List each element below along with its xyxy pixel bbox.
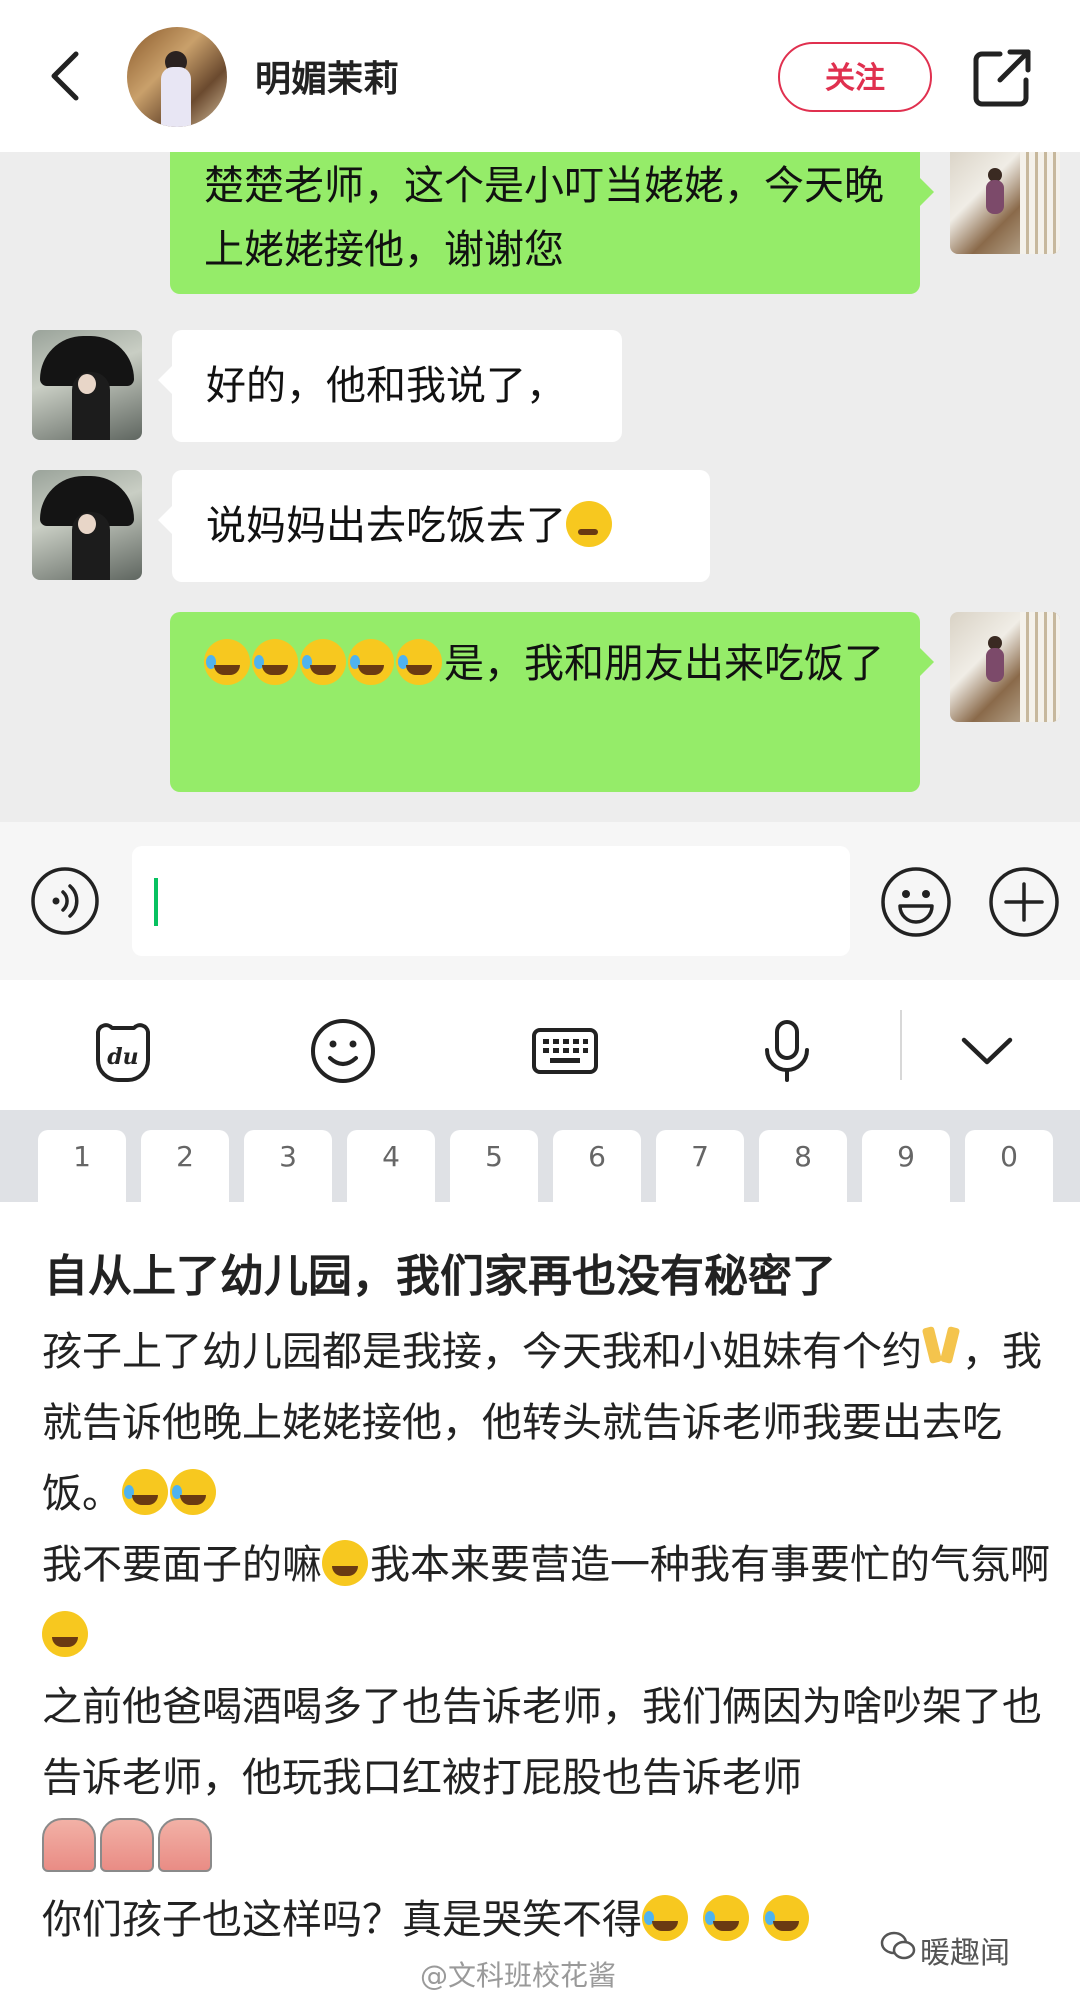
message-bubble-received[interactable]: 说妈妈出去吃饭去了 bbox=[158, 470, 710, 582]
laughing-tears-icon bbox=[204, 639, 250, 685]
message-text: 说妈妈出去吃饭去了 bbox=[206, 503, 566, 549]
message-bubble-received[interactable]: 好的，他和我说了， bbox=[158, 330, 622, 442]
username[interactable]: 明媚茉莉 bbox=[255, 50, 399, 102]
post-paragraph: 之前他爸喝酒喝多了也告诉老师，我们俩因为啥吵架了也告诉老师，他玩我口红被打屁股也… bbox=[42, 1672, 1052, 1885]
key-6[interactable]: 6 bbox=[553, 1130, 641, 1202]
key-5[interactable]: 5 bbox=[450, 1130, 538, 1202]
input-bar bbox=[0, 822, 1080, 980]
message-text: 楚楚老师，这个是小叮当姥姥，今天晚上姥姥接他，谢谢您 bbox=[204, 163, 884, 273]
champagne-icon bbox=[922, 1323, 962, 1375]
laughing-tears-icon bbox=[170, 1469, 216, 1515]
chat-header: 明媚茉莉 关注 bbox=[0, 0, 1080, 152]
message-text: 好的，他和我说了， bbox=[206, 363, 566, 409]
post-body: 孩子上了幼儿园都是我接，今天我和小姐妹有个约 ，我就告诉他晚上姥姥接他，他转头就告… bbox=[42, 1317, 1052, 1956]
message-input[interactable] bbox=[132, 846, 850, 956]
key-9[interactable]: 9 bbox=[862, 1130, 950, 1202]
meme-sticker-icon bbox=[158, 1818, 212, 1872]
sweat-smile-icon bbox=[42, 1611, 88, 1657]
laughing-tears-icon bbox=[122, 1469, 168, 1515]
post-paragraph: 我不要面子的嘛 我本来要营造一种我有事要忙的气氛啊 bbox=[42, 1530, 1052, 1672]
laughing-tears-icon bbox=[642, 1895, 688, 1941]
emoji-icon[interactable] bbox=[308, 1016, 378, 1086]
laughing-tears-icon bbox=[300, 639, 346, 685]
key-7[interactable]: 7 bbox=[656, 1130, 744, 1202]
keyboard-keys: 1 2 3 4 5 6 7 8 9 0 bbox=[0, 1110, 1080, 1202]
meme-sticker-icon bbox=[100, 1818, 154, 1872]
key-0[interactable]: 0 bbox=[965, 1130, 1053, 1202]
du-bear-icon[interactable]: du bbox=[88, 1016, 158, 1086]
keyboard-icon[interactable] bbox=[530, 1016, 600, 1086]
thinking-face-icon bbox=[566, 501, 612, 547]
laughing-tears-icon bbox=[396, 639, 442, 685]
plus-icon[interactable] bbox=[988, 866, 1060, 938]
voice-icon[interactable] bbox=[30, 866, 100, 936]
share-icon[interactable] bbox=[972, 48, 1032, 108]
avatar-teacher[interactable] bbox=[32, 470, 142, 580]
wechat-icon bbox=[880, 1931, 916, 1960]
text-caret bbox=[154, 878, 158, 926]
chat-area: 楚楚老师，这个是小叮当姥姥，今天晚上姥姥接他，谢谢您 好的，他和我说了， 说妈妈… bbox=[0, 152, 1080, 822]
toolbar-divider bbox=[900, 1010, 902, 1080]
chevron-left-icon[interactable] bbox=[40, 48, 96, 104]
follow-button[interactable]: 关注 bbox=[778, 42, 932, 112]
avatar-teacher[interactable] bbox=[32, 330, 142, 440]
avatar[interactable] bbox=[127, 27, 227, 127]
brand-label: 暖趣闻 bbox=[920, 1936, 1010, 1971]
message-bubble-sent[interactable]: 是，我和朋友出来吃饭了 bbox=[170, 612, 934, 792]
key-3[interactable]: 3 bbox=[244, 1130, 332, 1202]
laughing-tears-icon bbox=[252, 639, 298, 685]
smile-icon[interactable] bbox=[880, 866, 952, 938]
post-paragraph: 孩子上了幼儿园都是我接，今天我和小姐妹有个约 ，我就告诉他晚上姥姥接他，他转头就告… bbox=[42, 1317, 1052, 1530]
collapse-chevron-icon[interactable] bbox=[952, 1016, 1022, 1086]
key-2[interactable]: 2 bbox=[141, 1130, 229, 1202]
svg-text:du: du bbox=[107, 1044, 138, 1070]
microphone-icon[interactable] bbox=[752, 1016, 822, 1086]
key-1[interactable]: 1 bbox=[38, 1130, 126, 1202]
key-8[interactable]: 8 bbox=[759, 1130, 847, 1202]
keyboard-toolbar: du bbox=[0, 980, 1080, 1110]
message-bubble-sent[interactable]: 楚楚老师，这个是小叮当姥姥，今天晚上姥姥接他，谢谢您 bbox=[170, 152, 934, 294]
laughing-tears-icon bbox=[763, 1895, 810, 1941]
grin-icon bbox=[322, 1540, 368, 1586]
meme-sticker-icon bbox=[42, 1818, 96, 1872]
post-content: 自从上了幼儿园，我们家再也没有秘密了 孩子上了幼儿园都是我接，今天我和小姐妹有个… bbox=[0, 1202, 1080, 1991]
avatar-self[interactable] bbox=[950, 612, 1060, 722]
key-4[interactable]: 4 bbox=[347, 1130, 435, 1202]
laughing-tears-icon bbox=[348, 639, 394, 685]
message-text: 是，我和朋友出来吃饭了 bbox=[444, 641, 884, 687]
avatar-self[interactable] bbox=[950, 152, 1060, 254]
watermark: @文科班校花酱 bbox=[420, 1959, 617, 1992]
laughing-tears-icon bbox=[702, 1895, 749, 1941]
post-title: 自从上了幼儿园，我们家再也没有秘密了 bbox=[44, 1251, 836, 1302]
